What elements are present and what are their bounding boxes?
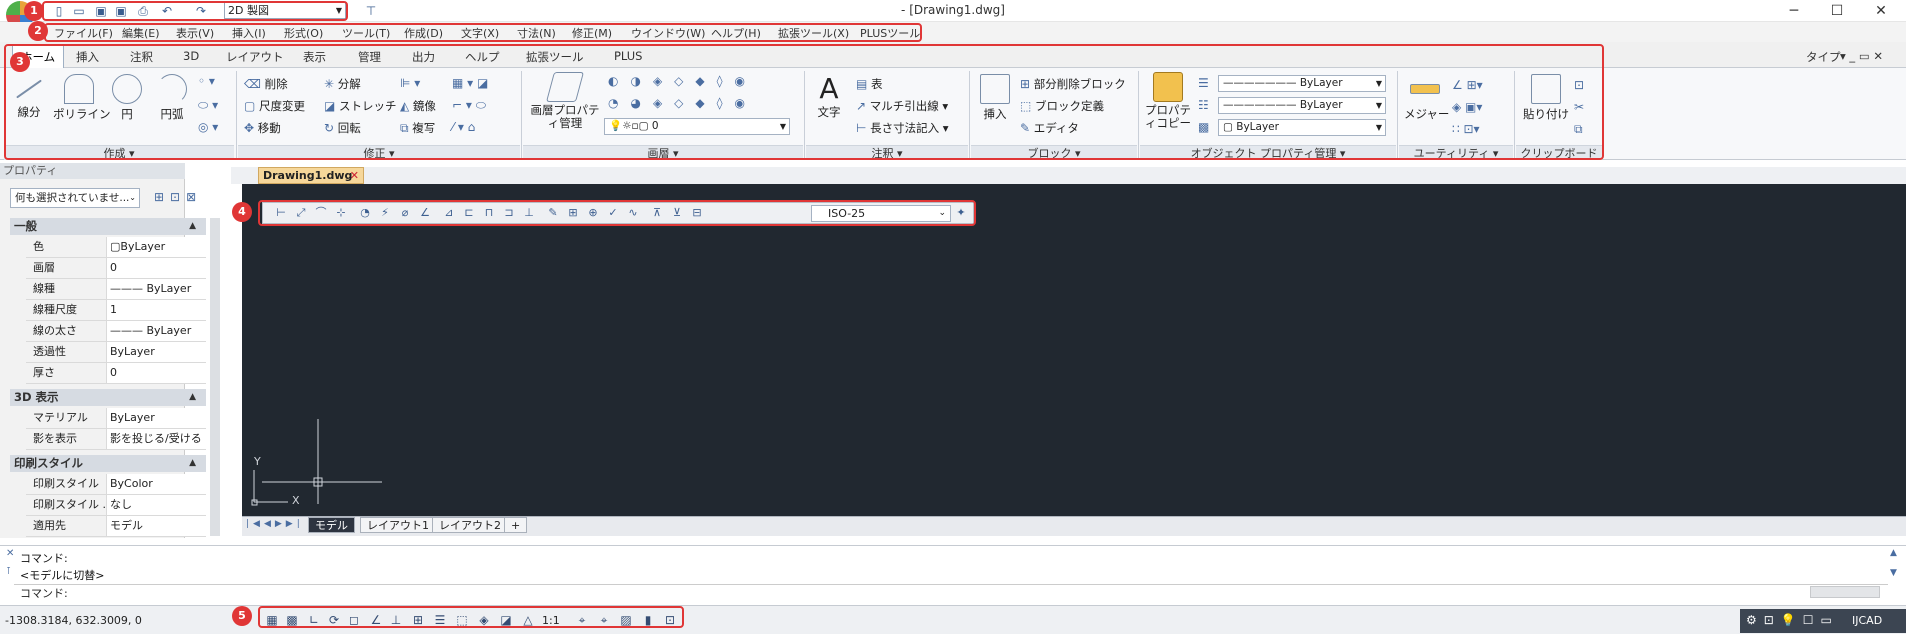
prop-row[interactable]: 適用先 モデル — [26, 516, 206, 537]
prop-key: 印刷スタイル ... — [33, 498, 113, 511]
document-tab-bar — [231, 167, 1906, 184]
prop-value: ▢ByLayer — [106, 237, 206, 257]
annotation-badge-1: 1 — [24, 1, 44, 21]
prop-value-text: ByLayer — [120, 240, 166, 253]
annotation-box-1 — [42, 1, 348, 21]
brand-label: IJCAD — [1852, 614, 1883, 627]
prop-key: 厚さ — [33, 366, 55, 379]
selection-value: 何も選択されていませ... — [15, 192, 130, 204]
command-scrollbar[interactable] — [1810, 586, 1880, 598]
prop-row[interactable]: 線の太さ ——— ByLayer — [26, 321, 206, 342]
prop-value: なし — [106, 495, 206, 515]
prop-value: ByLayer — [106, 408, 206, 428]
annotation-box-2 — [44, 23, 922, 42]
prop-key: 影を表示 — [33, 432, 77, 445]
tab-layout1[interactable]: レイアウト1 — [360, 517, 436, 533]
document-tab[interactable]: Drawing1.dwg ✕ — [258, 167, 364, 184]
command-history-line: <モデルに切替> — [20, 569, 105, 582]
section-3d-display[interactable]: 3D 表示 ▲ — [10, 389, 206, 406]
minimize-button[interactable]: ─ — [1771, 0, 1817, 22]
selection-select[interactable]: 何も選択されていませ... ⌄ — [10, 188, 140, 208]
scroll-up-icon[interactable]: ▲ — [1890, 548, 1897, 558]
prop-value: 影を投じる/受ける — [106, 429, 206, 449]
status-tray: ⚙⊡💡☐▭ IJCAD — [1740, 609, 1906, 633]
prop-value: 0 — [106, 363, 206, 383]
section-plot-style[interactable]: 印刷スタイル ▲ — [10, 455, 206, 472]
prop-row[interactable]: 画層 0 — [26, 258, 206, 279]
collapse-icon: ▲ — [189, 392, 196, 402]
drawing-canvas[interactable]: Y X — [242, 184, 1906, 516]
prop-value: ——— ByLayer — [106, 279, 206, 299]
axis-x-label: X — [292, 494, 300, 507]
prop-row[interactable]: マテリアル ByLayer — [26, 408, 206, 429]
chevron-down-icon: ⌄ — [129, 193, 136, 202]
prop-row[interactable]: 色 ▢ByLayer — [26, 237, 206, 258]
section-plot-style-title: 印刷スタイル — [14, 456, 83, 470]
prop-row[interactable]: 透過性 ByLayer — [26, 342, 206, 363]
prop-key: 適用先 — [33, 519, 66, 532]
prop-value: ByColor — [106, 474, 206, 494]
prop-value: ——— ByLayer — [106, 321, 206, 341]
prop-key: 線の太さ — [33, 324, 77, 337]
section-general[interactable]: 一般 ▲ — [10, 218, 206, 235]
annotation-badge-2: 2 — [28, 21, 48, 41]
annotation-badge-5: 5 — [232, 606, 252, 626]
add-layout-tab[interactable]: + — [504, 517, 528, 533]
prop-value: モデル — [106, 516, 206, 536]
palette-scrollbar[interactable] — [210, 218, 220, 536]
annotation-badge-4: 4 — [232, 202, 252, 222]
tab-model[interactable]: モデル — [308, 517, 355, 533]
document-tab-label: Drawing1.dwg — [263, 169, 353, 182]
collapse-icon: ▲ — [189, 458, 196, 468]
quick-select-icons[interactable]: ⊞⊡⊠ — [154, 190, 202, 204]
pin-icon[interactable]: ⊺ — [6, 566, 11, 577]
prop-value: 1 — [106, 300, 206, 320]
ucs-crosshair — [251, 419, 382, 506]
prop-key: 色 — [33, 240, 44, 253]
prop-value: ByLayer — [106, 342, 206, 362]
prop-value: 0 — [106, 258, 206, 278]
prop-key: 画層 — [33, 261, 55, 274]
command-history-line: コマンド: — [20, 552, 68, 565]
close-icon[interactable]: ✕ — [6, 548, 14, 559]
section-general-title: 一般 — [14, 219, 37, 233]
maximize-button[interactable]: ☐ — [1814, 0, 1860, 22]
scroll-down-icon[interactable]: ▼ — [1890, 568, 1897, 578]
tab-layout2[interactable]: レイアウト2 — [432, 517, 508, 533]
section-3d-title: 3D 表示 — [14, 390, 59, 404]
annotation-box-3 — [4, 44, 1604, 160]
ribbon-window-controls[interactable]: ▾ _ ▭ ✕ — [1840, 49, 1883, 63]
prop-row[interactable]: 影を表示 影を投じる/受ける — [26, 429, 206, 450]
layout-nav-icons[interactable]: |◀◀▶▶| — [246, 519, 304, 529]
prop-key: マテリアル — [33, 411, 88, 424]
prop-key: 透過性 — [33, 345, 66, 358]
annotation-badge-3: 3 — [10, 52, 30, 72]
prop-row[interactable]: 厚さ 0 — [26, 363, 206, 384]
coordinates-readout: -1308.3184, 632.3009, 0 — [5, 614, 142, 627]
axis-y-label: Y — [254, 455, 261, 468]
command-window: ✕ ⊺ コマンド: <モデルに切替> コマンド: ▲ ▼ — [0, 545, 1906, 605]
collapse-icon: ▲ — [189, 221, 196, 231]
prop-key: 線種 — [33, 282, 55, 295]
prop-row[interactable]: 印刷スタイル ByColor — [26, 474, 206, 495]
command-input[interactable]: コマンド: — [14, 584, 1888, 602]
ribbon-type-label[interactable]: タイプ — [1806, 49, 1841, 65]
close-button[interactable]: ✕ — [1858, 0, 1904, 22]
close-icon[interactable]: ✕ — [350, 168, 359, 183]
prop-key: 線種尺度 — [33, 303, 77, 316]
command-prompt: コマンド: — [20, 587, 68, 600]
prop-row[interactable]: 線種尺度 1 — [26, 300, 206, 321]
color-swatch: ▢ — [110, 240, 121, 253]
prop-row[interactable]: 線種 ——— ByLayer — [26, 279, 206, 300]
annotation-box-5 — [258, 606, 684, 628]
prop-row[interactable]: 印刷スタイル ... なし — [26, 495, 206, 516]
tray-icons[interactable]: ⚙⊡💡☐▭ — [1746, 613, 1839, 627]
annotation-box-4 — [258, 200, 976, 226]
properties-palette-title[interactable]: プロパティ — [0, 163, 185, 179]
prop-key: 印刷スタイル — [33, 477, 99, 490]
